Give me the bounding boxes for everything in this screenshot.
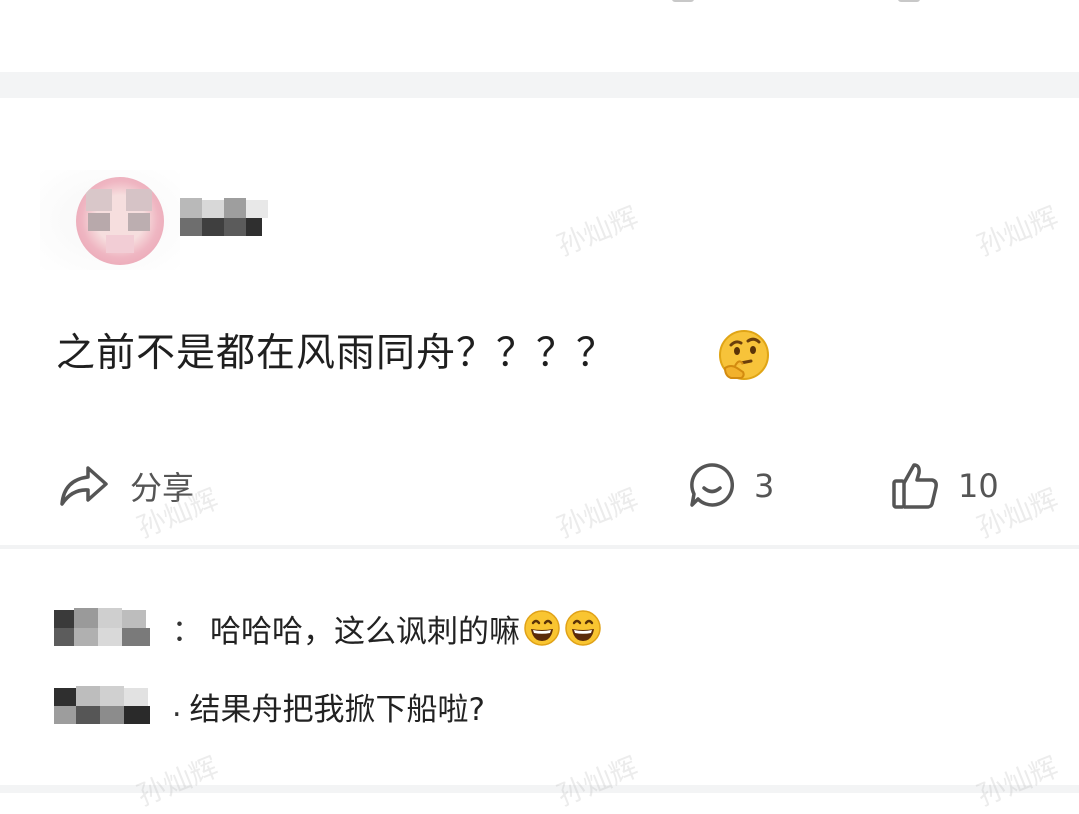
comment-bubble-icon <box>690 463 735 507</box>
comment-count: 3 <box>754 467 775 505</box>
reply-text: 结果舟把我掀下船啦? <box>189 691 485 728</box>
watermark: 孙灿辉 <box>552 750 643 813</box>
card-separator <box>0 72 1079 98</box>
previous-card-bottom <box>0 0 1079 72</box>
watermark: 孙灿辉 <box>552 482 643 545</box>
cutoff-icon-fragment <box>672 0 694 2</box>
thinking-face-emoji <box>719 330 769 380</box>
reply-colon: ： <box>172 614 202 649</box>
watermark: 孙灿辉 <box>972 200 1063 263</box>
grinning-face-emoji <box>524 610 560 646</box>
thumbs-up-icon <box>892 463 938 509</box>
comment-button[interactable]: 3 <box>688 458 774 514</box>
share-arrow-icon <box>60 466 108 506</box>
reply-text: 哈哈哈，这么讽刺的嘛 <box>210 613 520 650</box>
reply-item[interactable]: . 结果舟把我掀下船啦? <box>54 684 485 728</box>
section-divider <box>0 545 1079 549</box>
reply-item[interactable]: ： 哈哈哈，这么讽刺的嘛 <box>54 606 602 650</box>
watermark: 孙灿辉 <box>132 750 223 813</box>
watermark: 孙灿辉 <box>972 750 1063 813</box>
username-redacted[interactable] <box>180 198 270 238</box>
avatar[interactable] <box>76 177 164 265</box>
post-content: 之前不是都在风雨同舟？？？？ <box>56 331 617 376</box>
grinning-face-emoji <box>565 610 601 646</box>
reply-colon: . <box>172 688 182 724</box>
reply-username-redacted[interactable] <box>54 608 166 648</box>
watermark: 孙灿辉 <box>552 200 643 263</box>
reply-username-redacted[interactable] <box>54 686 166 726</box>
cutoff-icon-fragment <box>898 0 920 2</box>
